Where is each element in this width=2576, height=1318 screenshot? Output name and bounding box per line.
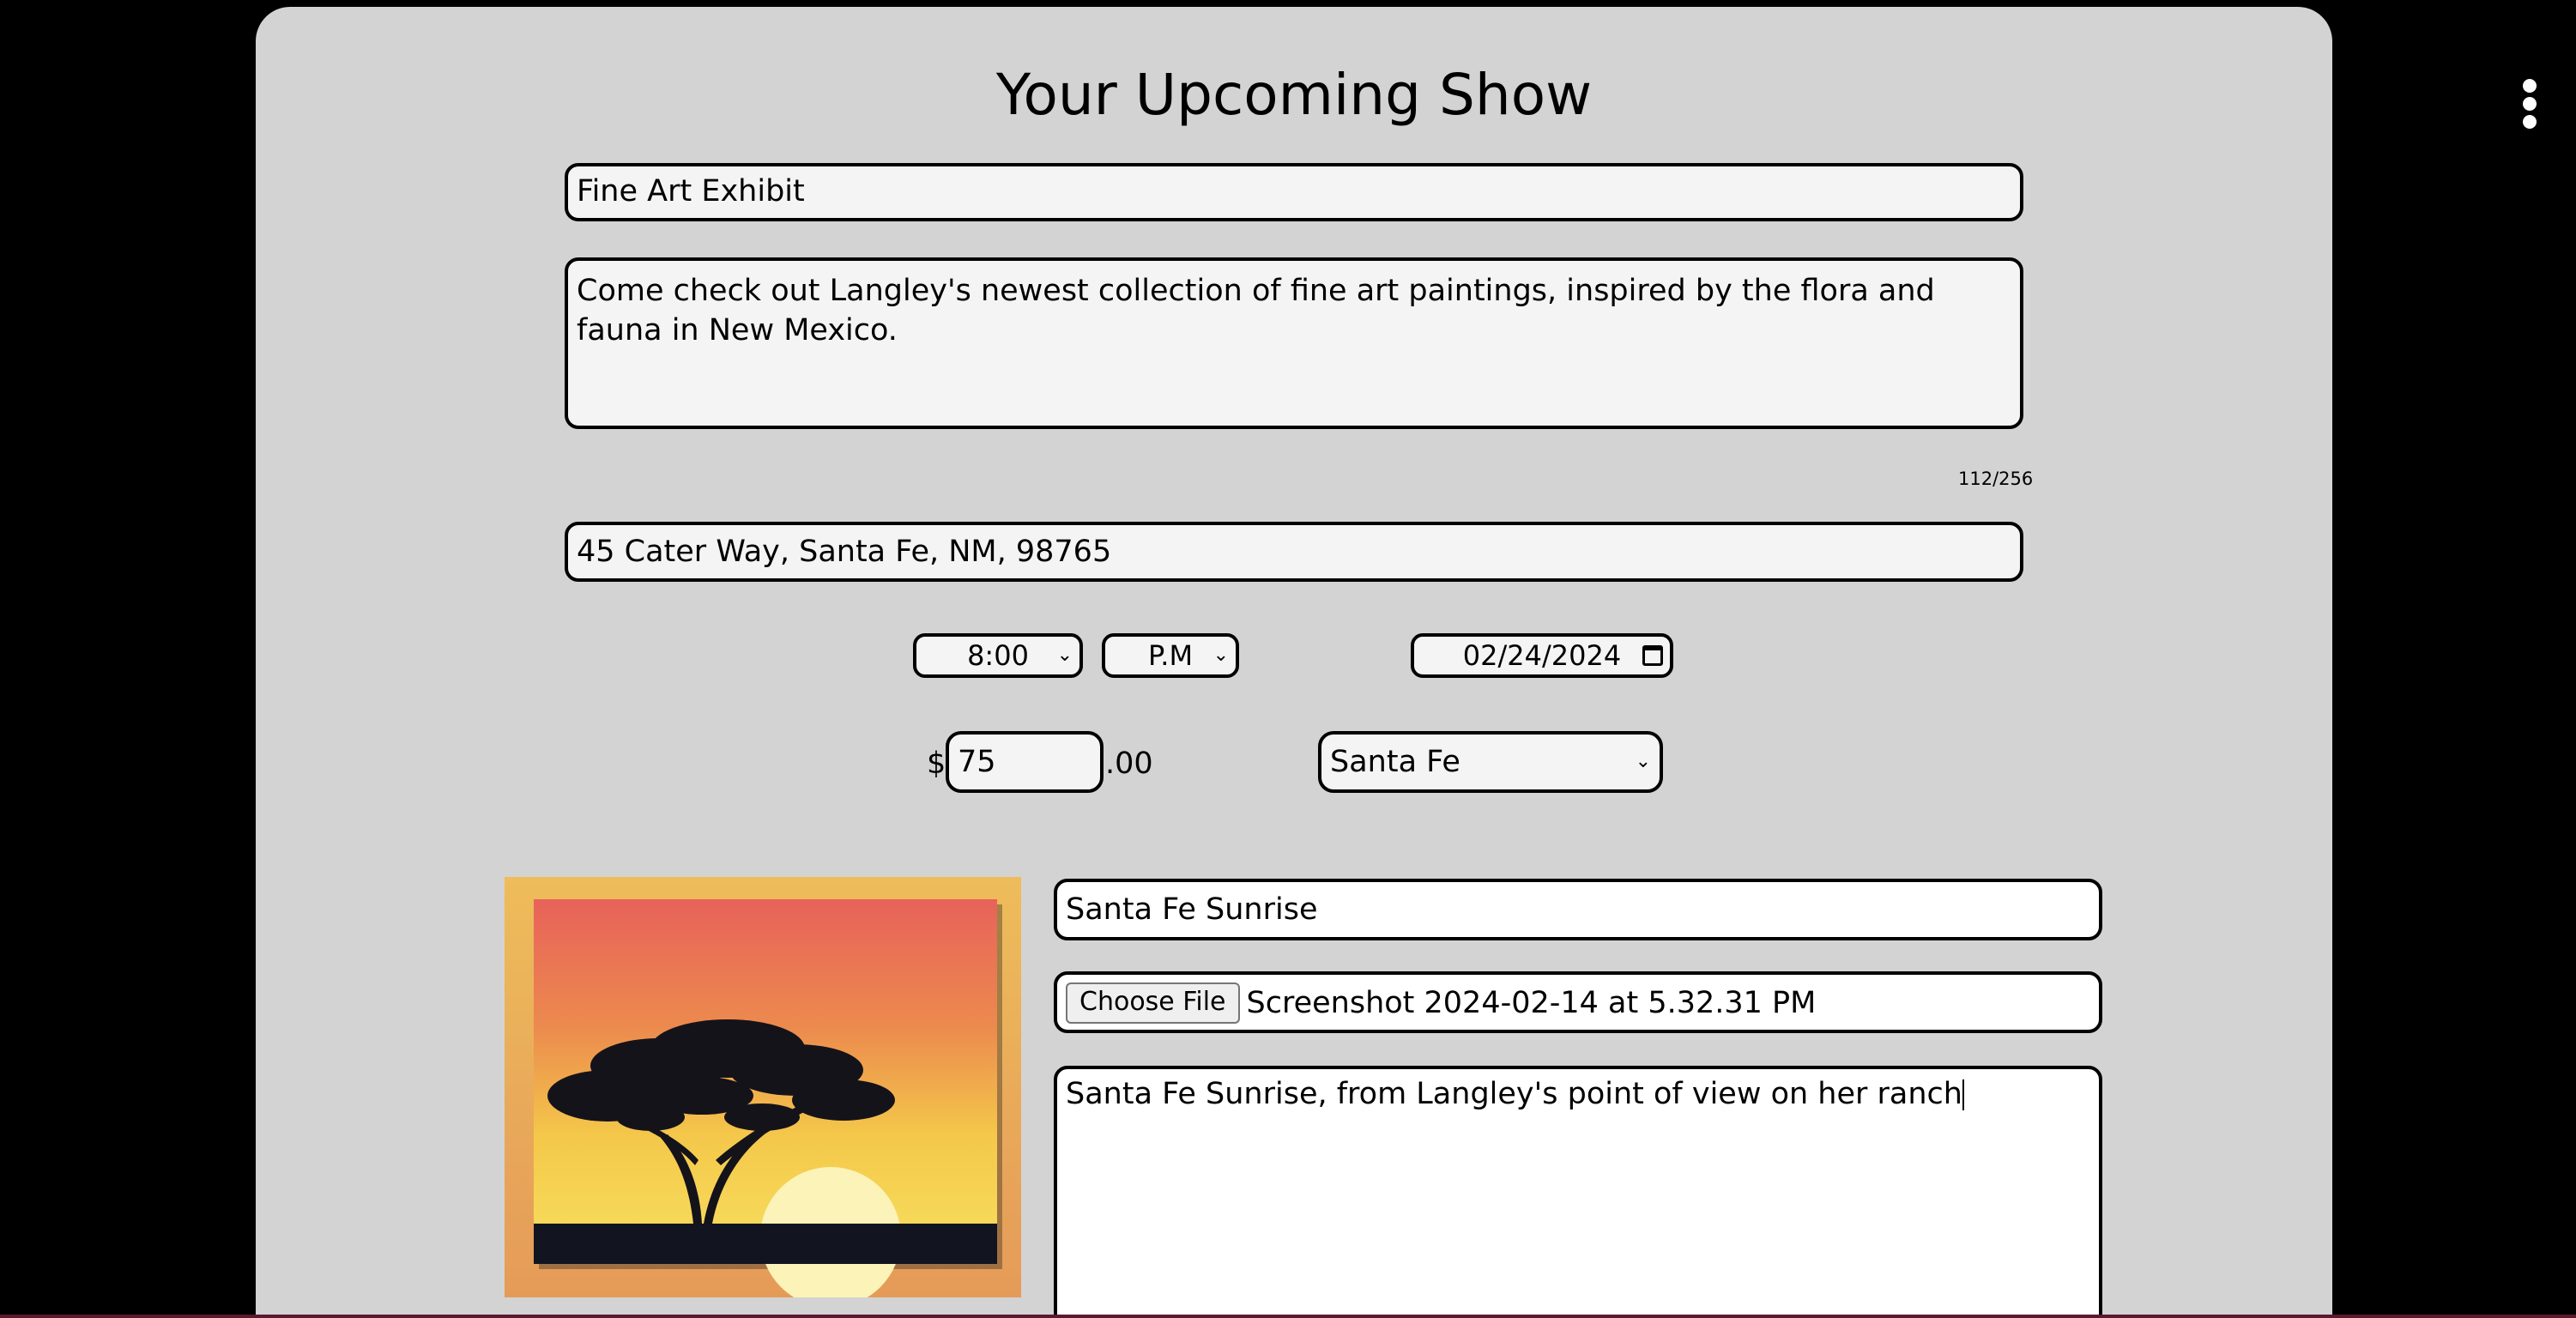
- artwork-title-input[interactable]: Santa Fe Sunrise: [1054, 879, 2102, 940]
- currency-symbol: $: [927, 747, 946, 781]
- artwork-file-input[interactable]: Choose File Screenshot 2024-02-14 at 5.32…: [1054, 971, 2102, 1033]
- text-caret: [1962, 1079, 1964, 1110]
- choose-file-button[interactable]: Choose File: [1066, 982, 1240, 1024]
- description-char-count: 112/256: [1958, 469, 2034, 489]
- artwork-description-textarea[interactable]: Santa Fe Sunrise, from Langley's point o…: [1054, 1066, 2102, 1318]
- ampm-value: P.M: [1147, 639, 1194, 672]
- page-title: Your Upcoming Show: [995, 62, 1593, 128]
- location-select[interactable]: Santa Fe ⌄: [1318, 731, 1663, 793]
- viewport: Your Upcoming Show Fine Art Exhibit Come…: [0, 0, 2576, 1318]
- hour-value: 8:00: [967, 639, 1029, 672]
- show-description-textarea[interactable]: Come check out Langley's newest collecti…: [565, 257, 2023, 429]
- price-cents: .00: [1105, 747, 1153, 781]
- chevron-down-icon: ⌄: [1635, 751, 1651, 772]
- show-form-card: Your Upcoming Show Fine Art Exhibit Come…: [256, 7, 2332, 1318]
- selected-file-name: Screenshot 2024-02-14 at 5.32.31 PM: [1246, 986, 1817, 1020]
- date-input[interactable]: 02/24/2024: [1411, 633, 1673, 678]
- artwork-description-text: Santa Fe Sunrise, from Langley's point o…: [1066, 1077, 1962, 1111]
- location-value: Santa Fe: [1330, 745, 1460, 779]
- date-value: 02/24/2024: [1462, 639, 1622, 672]
- show-title-input[interactable]: Fine Art Exhibit: [565, 163, 2023, 221]
- artwork-painting-svg: [534, 899, 1002, 1297]
- chevron-down-icon: ⌄: [1056, 644, 1073, 666]
- more-options-icon[interactable]: [2511, 76, 2549, 132]
- chevron-down-icon: ⌄: [1212, 644, 1229, 666]
- bottom-edge: [0, 1315, 2576, 1318]
- price-input[interactable]: 75: [946, 731, 1104, 793]
- artwork-image: [505, 877, 1021, 1297]
- hour-select[interactable]: 8:00 ⌄: [913, 633, 1083, 678]
- calendar-icon[interactable]: [1642, 645, 1663, 666]
- ampm-select[interactable]: P.M ⌄: [1102, 633, 1239, 678]
- address-input[interactable]: 45 Cater Way, Santa Fe, NM, 98765: [565, 522, 2023, 582]
